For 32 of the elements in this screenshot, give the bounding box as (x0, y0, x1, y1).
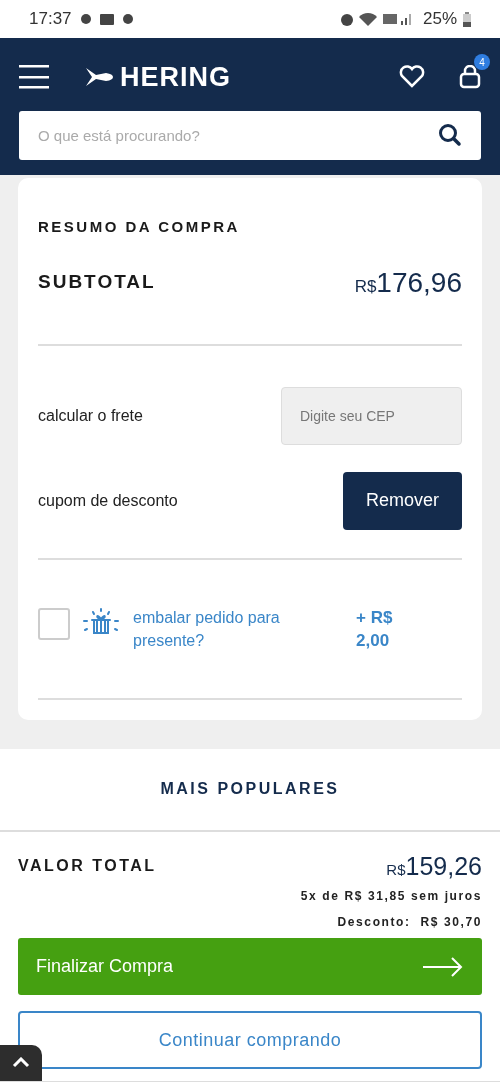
battery-icon (463, 11, 471, 27)
currency-symbol: R$ (354, 276, 377, 298)
section-title: MAIS POPULARES (160, 779, 340, 799)
section-title: RESUMO DA COMPRA (38, 217, 241, 237)
shopping-bag-icon[interactable] (459, 65, 481, 89)
gift-wrap-price: + R$ 2,00 (356, 606, 394, 652)
arrow-right-icon (422, 955, 464, 978)
search-icon[interactable] (438, 123, 462, 147)
status-time: 17:37 (29, 8, 72, 31)
cart-count-badge: 4 (474, 54, 490, 70)
shipping-label: calcular o frete (38, 405, 143, 426)
menu-icon[interactable] (19, 65, 49, 89)
fish-icon (84, 66, 114, 88)
zip-code-field[interactable]: Digite seu CEP (281, 386, 462, 445)
subtotal-label: SUBTOTAL (38, 270, 156, 295)
search-field[interactable]: O que está procurando? (19, 111, 481, 160)
total-label: VALOR TOTAL (18, 856, 157, 877)
continue-shopping-button[interactable]: Continuar comprando (18, 1011, 482, 1069)
total-value: 159,26 (405, 850, 482, 882)
brand-logo[interactable]: HERING (120, 56, 231, 98)
subtotal-value: 176,96 (376, 265, 462, 300)
installments-text: 5x de R$ 31,85 sem juros (300, 888, 482, 905)
battery-level: 25% (422, 8, 457, 31)
chevron-up-icon (12, 1057, 30, 1068)
currency-symbol: R$ (386, 860, 406, 878)
remove-button[interactable]: Remover (343, 471, 462, 530)
scroll-top-button[interactable] (0, 1044, 42, 1081)
coupon-label: cupom de desconto (38, 490, 178, 511)
heart-icon[interactable] (399, 65, 425, 89)
discount-text: Desconto: R$ 30,70 (337, 914, 482, 931)
gift-wrap-label: embalar pedido para presente? (133, 607, 281, 651)
gift-checkbox[interactable] (38, 607, 70, 640)
